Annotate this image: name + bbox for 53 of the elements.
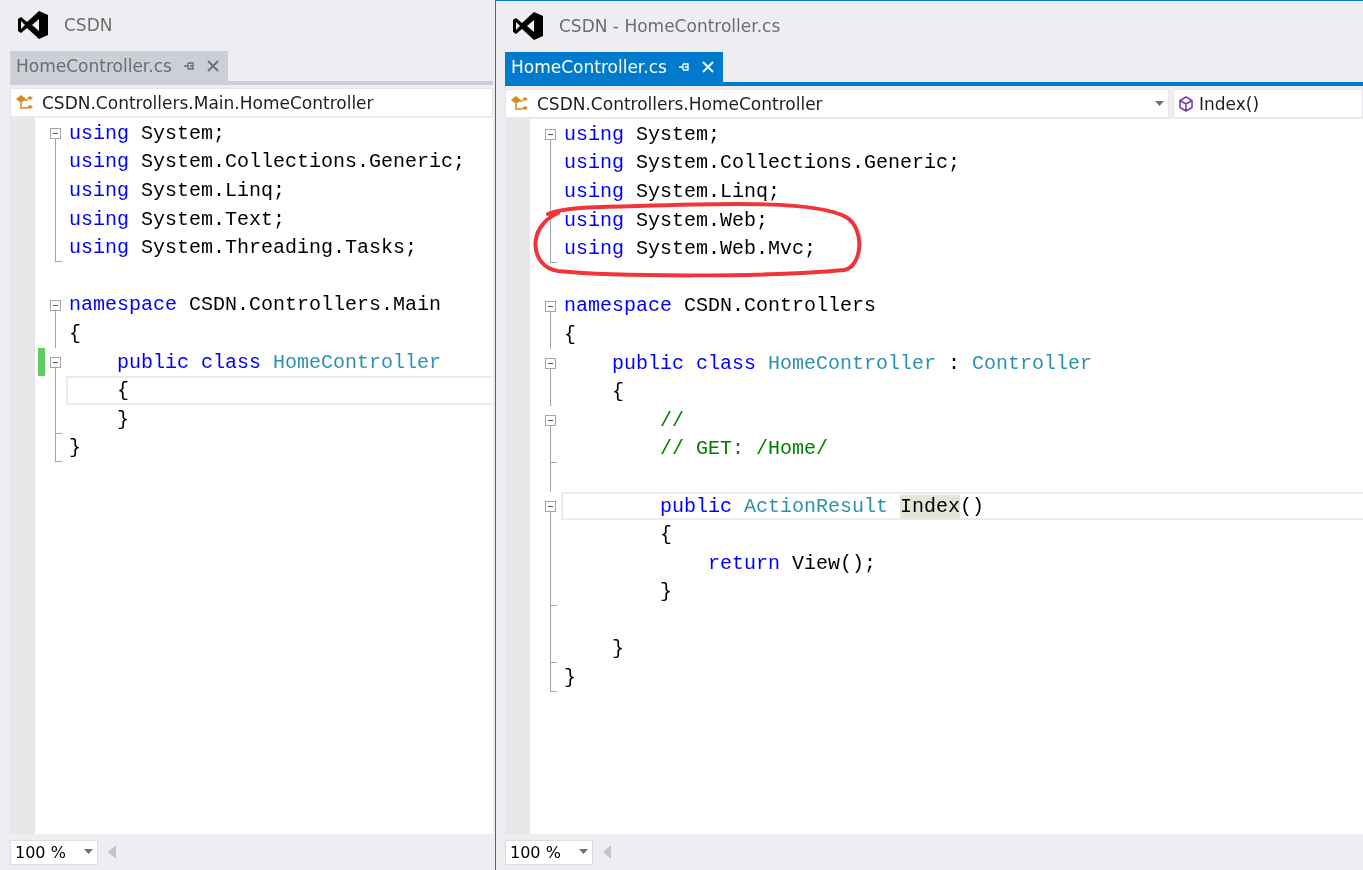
code-line: { — [66, 376, 493, 405]
code-line: { — [611, 379, 625, 406]
code-line: using System.Web.Mvc; — [563, 236, 818, 263]
collapse-icon[interactable] — [545, 300, 556, 312]
pin-icon[interactable] — [676, 60, 691, 74]
code-line: using System; — [68, 120, 227, 147]
window-title: CSDN - HomeController.cs — [559, 16, 781, 36]
close-icon[interactable] — [205, 59, 220, 73]
collapse-icon[interactable] — [545, 500, 556, 512]
close-icon[interactable] — [700, 60, 715, 74]
window-title: CSDN — [64, 15, 113, 35]
zoom-dropdown[interactable]: 100 % — [10, 839, 98, 865]
caret-icon — [84, 849, 93, 855]
code-line: using System.Web; — [563, 207, 770, 234]
code-line: public ActionResult Index() — [561, 491, 1363, 521]
code-line: using System.Collections.Generic; — [68, 149, 467, 176]
collapse-icon[interactable] — [50, 356, 61, 368]
code-line: return View(); — [707, 550, 878, 577]
code-line: } — [611, 636, 625, 663]
code-line: public class HomeController : Controller — [611, 350, 1094, 377]
code-line: using System.Collections.Generic; — [563, 150, 962, 177]
document-tab[interactable]: HomeController.cs — [505, 52, 723, 82]
type-dropdown[interactable]: CSDN.Controllers.HomeController — [505, 89, 1169, 118]
code-line: public class HomeController — [116, 349, 443, 376]
type-dropdown[interactable]: CSDN.Controllers.Main.HomeController — [10, 88, 493, 117]
code-line: namespace CSDN.Controllers — [563, 293, 878, 320]
code-line: using System.Linq; — [563, 179, 782, 205]
code-line: } — [68, 435, 82, 462]
code-line: } — [116, 406, 130, 433]
code-line: { — [659, 522, 674, 549]
collapse-icon[interactable] — [50, 299, 61, 311]
cube-icon — [1178, 95, 1194, 112]
code-line: } — [563, 665, 577, 692]
pin-icon[interactable] — [181, 59, 196, 73]
collapse-icon[interactable] — [545, 357, 556, 369]
code-line: using System.Text; — [68, 206, 287, 233]
code-line: using System.Threading.Tasks; — [68, 235, 419, 262]
code-line: // GET: /Home/ — [659, 436, 830, 463]
caret-icon — [579, 849, 588, 855]
logo-icon — [513, 12, 543, 40]
code-line: { — [68, 320, 82, 347]
collapse-icon[interactable] — [50, 128, 61, 139]
collapse-icon[interactable] — [545, 414, 556, 426]
member-dropdown[interactable]: Index() — [1173, 89, 1363, 118]
code-line: using System.Linq; — [68, 178, 287, 204]
code-line: using System; — [563, 121, 722, 148]
code-line: namespace CSDN.Controllers.Main — [68, 292, 443, 319]
code-line: } — [659, 579, 674, 606]
code-line: { — [563, 321, 577, 348]
logo-icon — [18, 11, 48, 39]
collapse-icon[interactable] — [545, 129, 556, 140]
zoom-dropdown[interactable]: 100 % — [505, 839, 593, 865]
code-line: // — [659, 407, 686, 434]
